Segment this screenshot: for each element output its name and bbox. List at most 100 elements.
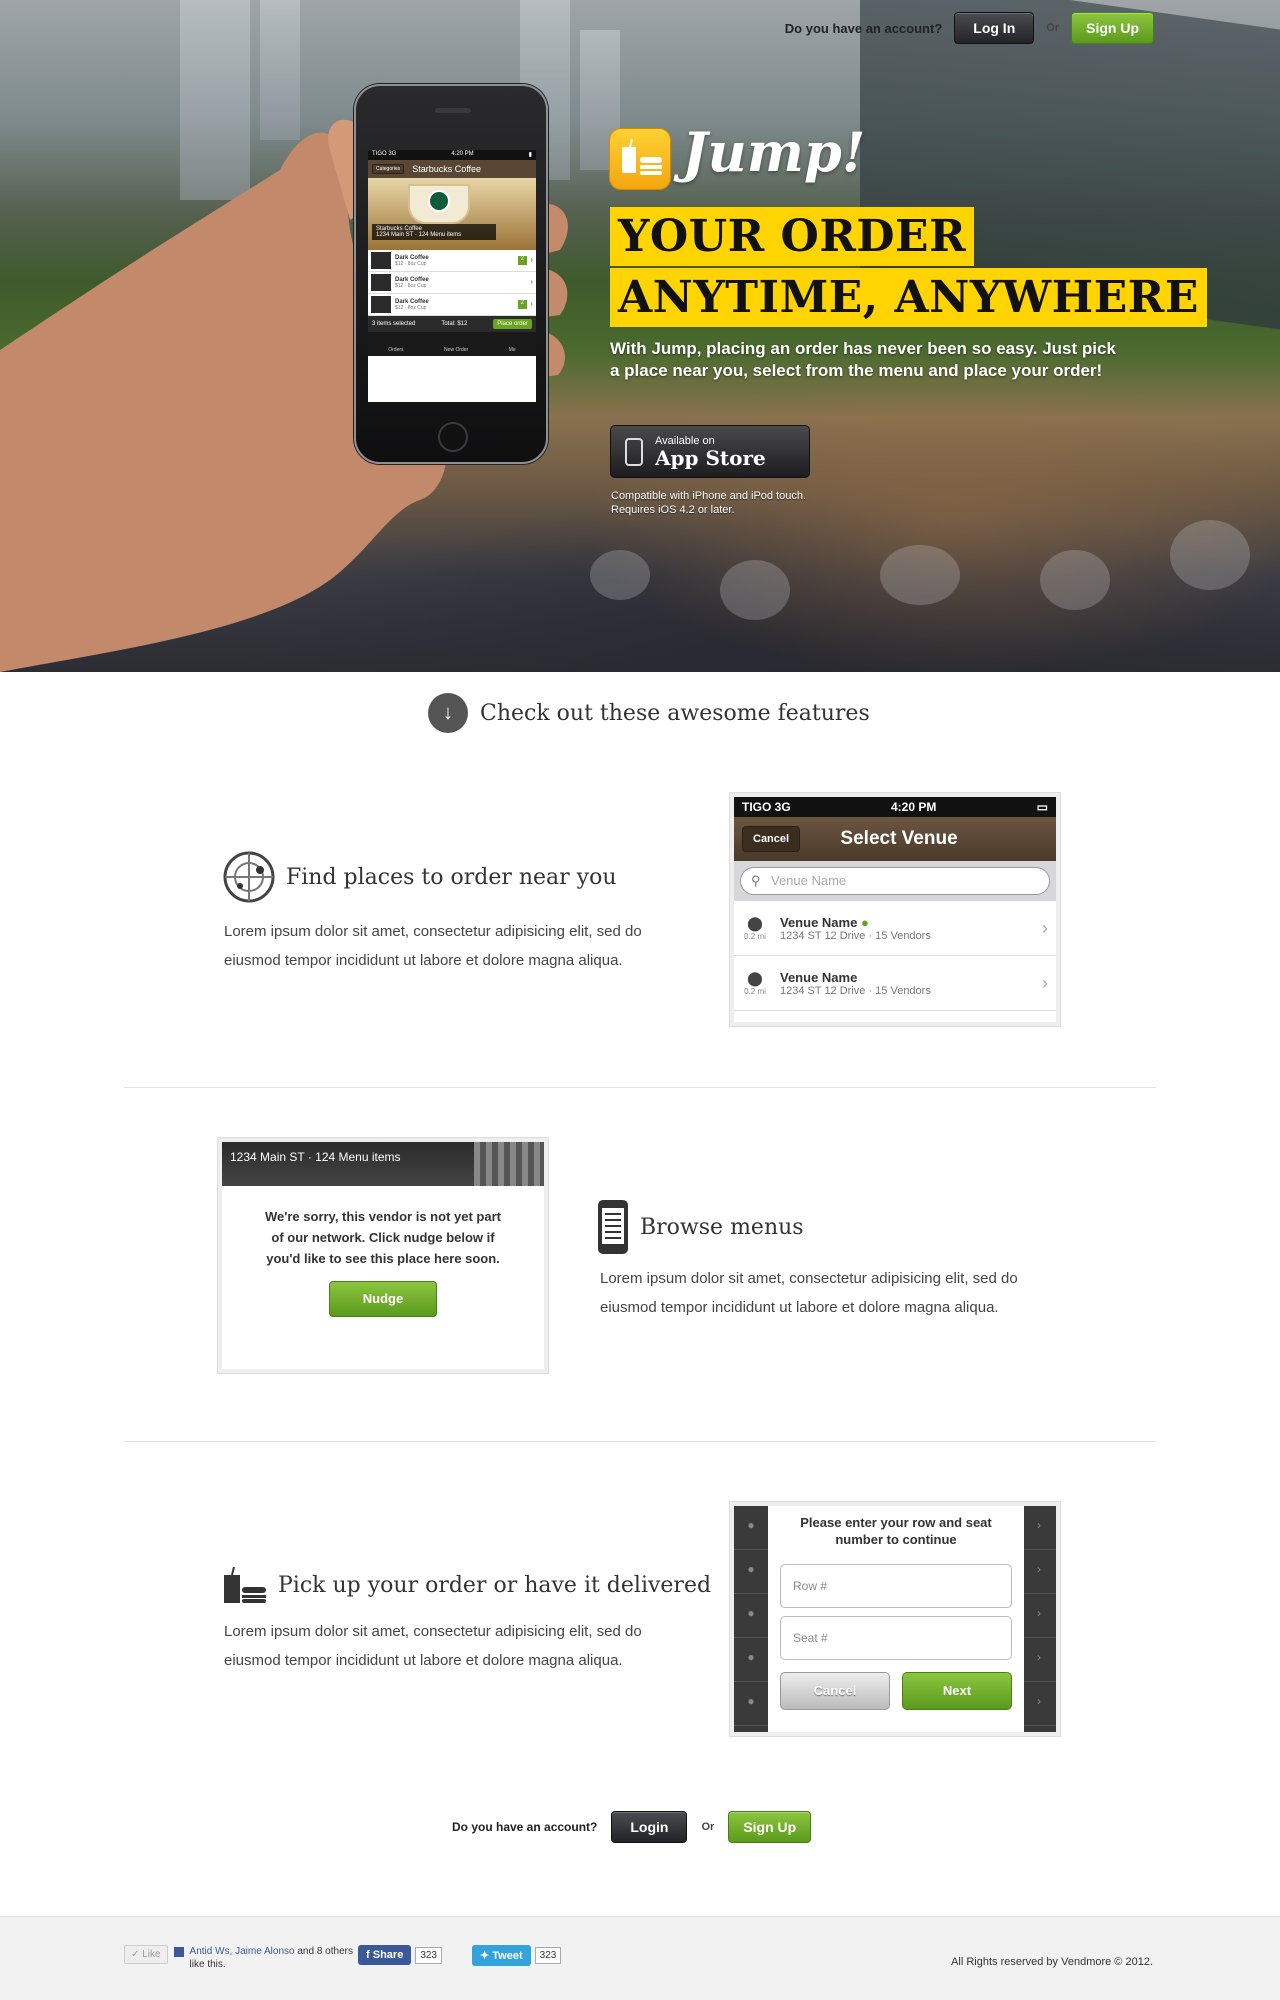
share-label: Share (372, 1949, 404, 1961)
menu-item-row[interactable]: Dark Coffee $12 · 8oz Cup › (368, 272, 536, 294)
headline-line-2: ANYTIME, ANYWHERE (610, 268, 1207, 327)
iphone-mockup: TIGO 3G 4:20 PM ▮ Categories Starbucks C… (354, 84, 548, 464)
phone-icon (625, 437, 643, 466)
app-icon (609, 128, 671, 190)
seat-dialog: Please enter your row and seat number to… (768, 1506, 1024, 1732)
login-button[interactable]: Login (611, 1811, 688, 1843)
compatibility-note: Compatible with iPhone and iPod touch. R… (611, 489, 806, 517)
appstore-big-text: App Store (655, 445, 766, 470)
share-count: 323 (415, 1946, 442, 1964)
status-bar: TIGO 3G 4:20 PM ▮ (368, 150, 536, 160)
signup-button[interactable]: Sign Up (1071, 12, 1154, 44)
menu-item-row[interactable]: Dark Coffee $12 · 8oz Cup 2 › (368, 294, 536, 316)
location-pin-icon: ⬤ 0.2 mi (744, 915, 766, 941)
chevron-right-icon: › (530, 301, 533, 308)
phone-screen: TIGO 3G 4:20 PM ▮ Categories Starbucks C… (368, 150, 536, 402)
chevron-right-icon: › (530, 279, 533, 286)
brand-logo: Jump! (682, 120, 866, 184)
app-store-button[interactable]: Available on App Store (610, 425, 810, 478)
compat-line-2: Requires iOS 4.2 or later. (611, 504, 735, 516)
feature-3-heading: Pick up your order or have it delivered (222, 1565, 711, 1605)
feature-3-body: Lorem ipsum dolor sit amet, consectetur … (224, 1623, 642, 1669)
section-divider (124, 1087, 1156, 1088)
feature-2-body: Lorem ipsum dolor sit amet, consectetur … (600, 1270, 1018, 1316)
crowd-blur (720, 560, 790, 620)
venue-search-input[interactable]: ⚲ Venue Name (740, 867, 1050, 895)
headline-line-1: YOUR ORDER (610, 207, 975, 266)
time-text: 4:20 PM (890, 800, 937, 814)
features-heading: ↓ Check out these awesome features (428, 693, 870, 733)
chevron-right-icon: › (1042, 917, 1048, 938)
select-venue-mockup: TIGO 3G 4:20 PM ▭ Cancel Select Venue ⚲ … (730, 793, 1060, 1026)
status-bar: TIGO 3G 4:20 PM ▭ (734, 797, 1056, 817)
arrow-down-icon[interactable]: ↓ (428, 693, 468, 733)
location-pin-icon: ● (734, 1638, 768, 1682)
starbucks-logo (428, 190, 450, 212)
chevron-right-icon: › (530, 257, 533, 264)
item-sub: $12 · 8oz Cup (395, 282, 427, 289)
order-footer: 3 items selected Total: $12 Place order (368, 316, 536, 332)
venue-caption: Starbucks Coffee 1234 Main ST · 124 Menu… (372, 224, 496, 240)
cancel-button[interactable]: Cancel (780, 1672, 890, 1710)
hero-section: TIGO 3G 4:20 PM ▮ Categories Starbucks C… (0, 0, 1280, 672)
home-button (438, 422, 468, 452)
location-pin-icon: ● (734, 1506, 768, 1550)
cancel-button[interactable]: Cancel (742, 826, 801, 852)
crowd-blur (1170, 520, 1250, 590)
tab-new-order[interactable]: New Order (444, 347, 468, 353)
chevron-right-icon: › (1042, 972, 1048, 993)
signup-button[interactable]: Sign Up (728, 1811, 812, 1843)
seat-input[interactable]: Seat # (780, 1616, 1012, 1660)
tab-orders[interactable]: Orders (388, 347, 403, 353)
venue-banner: Starbucks Coffee 1234 Main ST · 124 Menu… (368, 178, 536, 250)
tab-me[interactable]: Me (509, 347, 516, 353)
venue-address: 1234 ST 12 Drive · 15 Vendors (780, 929, 931, 942)
item-sub: $12 · 8oz Cup (395, 304, 427, 311)
phone-nav-bar: Categories Starbucks Coffee (368, 160, 536, 178)
place-order-button[interactable]: Place order (493, 319, 532, 329)
menu-item-row[interactable]: Dark Coffee $12 · 8oz Cup 2 › (368, 250, 536, 272)
top-account-bar: Do you have an account? Log In Or Sign U… (785, 12, 1154, 44)
item-qty-badge: 2 (517, 256, 527, 265)
seat-prompt: Please enter your row and seat number to… (800, 1515, 992, 1547)
venue-list-left: ● ● ● ● ● (734, 1506, 768, 1732)
login-button[interactable]: Log In (954, 12, 1035, 44)
venue-row[interactable]: ⬤ 0.2 mi Venue Name ● 1234 ST 12 Drive · 1… (734, 901, 1056, 956)
tweet-count: 323 (534, 1947, 562, 1964)
nudge-message: We're sorry, this vendor is not yet part… (265, 1209, 501, 1266)
categories-button[interactable]: Categories (372, 164, 405, 174)
venue-row[interactable]: ⬤ 0.2 mi Venue Name 1234 ST 12 Drive · 15 … (734, 956, 1056, 1011)
item-thumbnail (371, 274, 391, 291)
tweet-widget: ✦ Tweet 323 (472, 1945, 562, 1966)
battery-icon: ▮ (528, 152, 532, 158)
facebook-share-widget: f Share 323 (358, 1945, 442, 1965)
feature-2-title: Browse menus (640, 1214, 804, 1240)
search-bar: ⚲ Venue Name (734, 861, 1056, 901)
venue-distance: 0.2 mi (744, 987, 766, 996)
seat-entry-mockup: ● ● ● ● ● › › › › › Please enter your row and se… (730, 1502, 1060, 1736)
row-input[interactable]: Row # (780, 1564, 1012, 1608)
tweet-label: Tweet (492, 1950, 523, 1962)
facebook-icon (173, 1947, 184, 1957)
venue-name: Venue Name (780, 914, 858, 930)
crowd-blur (1040, 550, 1110, 610)
nudge-button[interactable]: Nudge (329, 1281, 437, 1317)
crowd-blur (880, 545, 960, 605)
share-button[interactable]: f Share (358, 1945, 412, 1965)
venue-distance: 0.2 mi (744, 932, 766, 941)
item-name: Dark Coffee (395, 276, 429, 283)
tweet-button[interactable]: ✦ Tweet (472, 1945, 531, 1966)
twitter-icon: ✦ (480, 1950, 490, 1962)
location-pin-icon: ● (734, 1594, 768, 1638)
like-button[interactable]: ✓ Like (124, 1945, 168, 1964)
like-names[interactable]: Antid Ws, Jaime Alonso (190, 1946, 295, 1957)
next-button[interactable]: Next (902, 1672, 1012, 1710)
phone-title: Starbucks Coffee (412, 164, 482, 174)
nudge-mockup: 1234 Main ST · 124 Menu items We're sorr… (218, 1138, 548, 1373)
item-name: Dark Coffee (395, 298, 429, 305)
hero-lead: With Jump, placing an order has never be… (610, 339, 1116, 380)
copyright-text: All Rights reserved by Vendmore © 2012. (951, 1956, 1153, 1968)
crowd-blur (590, 550, 650, 600)
like-label: Like (142, 1949, 161, 1960)
facebook-like-widget: ✓ Like Antid Ws, Jaime Alonso and 8 othe… (124, 1945, 358, 1971)
